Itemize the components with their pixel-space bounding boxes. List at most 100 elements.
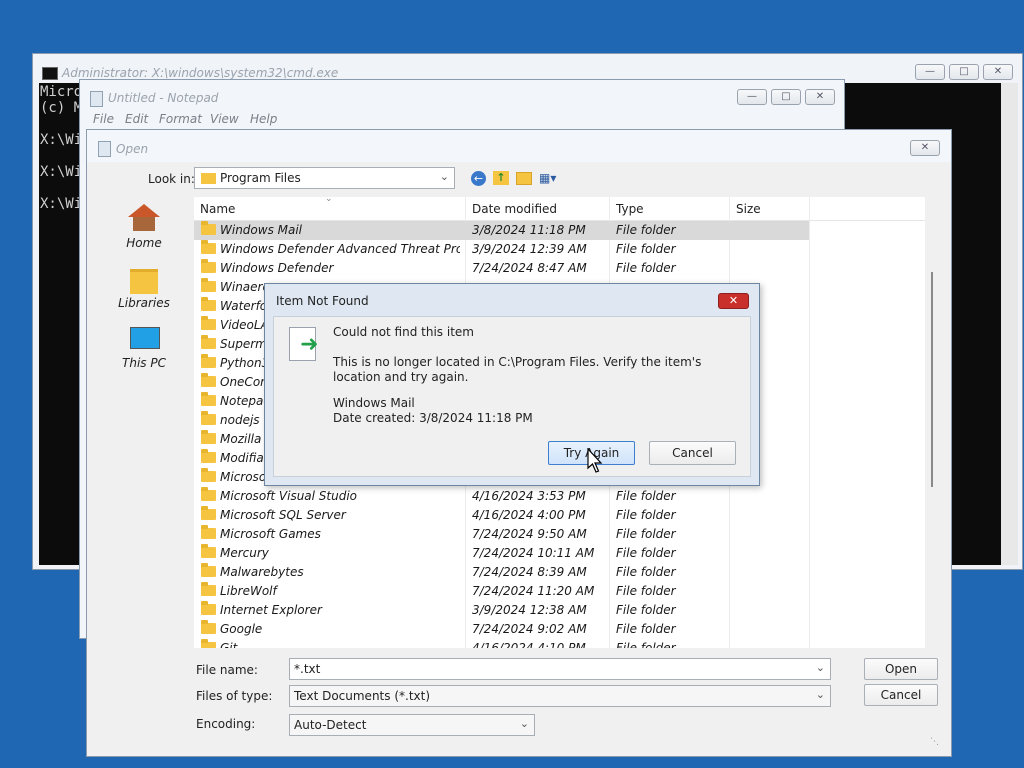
file-row[interactable]: Microsoft Games 7/24/2024 9:50 AM File fol… <box>194 525 809 544</box>
column-name[interactable]: Name <box>200 202 235 216</box>
scrollbar-thumb[interactable] <box>931 272 933 487</box>
cancel-button[interactable]: Cancel <box>864 684 938 706</box>
back-icon[interactable]: ← <box>471 171 486 186</box>
file-name: Microsoft Games <box>220 527 321 541</box>
column-type[interactable]: Type <box>616 202 644 216</box>
file-date: 7/24/2024 9:50 AM <box>472 527 587 541</box>
file-date: 7/24/2024 10:11 AM <box>472 546 595 560</box>
folder-icon <box>201 449 216 463</box>
file-type: File folder <box>616 603 676 617</box>
menu-edit[interactable]: Edit <box>125 112 148 126</box>
file-row[interactable]: Windows Defender Advanced Threat Protect… <box>194 240 809 259</box>
file-name-label: File name: <box>196 663 258 677</box>
files-of-type-label: Files of type: <box>196 689 273 703</box>
cmd-scrollbar[interactable] <box>1001 83 1018 565</box>
folder-icon <box>201 506 216 520</box>
folder-icon <box>201 563 216 577</box>
menu-view[interactable]: View <box>210 112 239 126</box>
cmd-close-button[interactable]: ✕ <box>983 64 1013 80</box>
file-type: File folder <box>616 242 676 256</box>
file-type: File folder <box>616 546 676 560</box>
open-dialog-titlebar[interactable] <box>87 130 951 162</box>
cmd-output-line: (c) M <box>40 100 83 116</box>
folder-icon <box>201 297 216 311</box>
file-name: Windows Mail <box>220 223 303 237</box>
chevron-down-icon: ⌄ <box>815 661 825 674</box>
file-row[interactable]: Internet Explorer 3/9/2024 12:38 AM File f… <box>194 601 809 620</box>
file-date: 4/16/2024 4:10 PM <box>472 641 586 648</box>
resize-grip-icon[interactable]: ⋱ <box>930 737 939 747</box>
folder-icon <box>201 373 216 387</box>
cmd-minimize-button[interactable]: — <box>915 64 945 80</box>
file-type: File folder <box>616 508 676 522</box>
cmd-maximize-button[interactable]: □ <box>949 64 979 80</box>
view-menu-icon[interactable]: ▦▾ <box>539 171 563 186</box>
encoding-value: Auto-Detect <box>294 718 367 732</box>
file-row[interactable]: Malwarebytes 7/24/2024 8:39 AM File folder <box>194 563 809 582</box>
open-dialog-close-button[interactable]: ✕ <box>910 140 940 156</box>
file-date: 7/24/2024 8:39 AM <box>472 565 587 579</box>
file-name: Windows Defender <box>220 261 334 275</box>
file-name: Malwarebytes <box>220 565 304 579</box>
encoding-label: Encoding: <box>196 717 256 731</box>
files-of-type-select[interactable]: Text Documents (*.txt) ⌄ <box>289 685 831 707</box>
column-divider <box>809 197 810 648</box>
file-date: 4/16/2024 4:00 PM <box>472 508 586 522</box>
place-home[interactable]: Home <box>104 236 184 250</box>
file-name: Internet Explorer <box>220 603 322 617</box>
file-date: 7/24/2024 8:47 AM <box>472 261 587 275</box>
file-row[interactable]: Windows Defender 7/24/2024 8:47 AM File fo… <box>194 259 809 278</box>
file-name: Microsoft SQL Server <box>220 508 346 522</box>
file-name: Microsoft Visual Studio <box>220 489 358 503</box>
file-date: 7/24/2024 11:20 AM <box>472 584 595 598</box>
file-name-input[interactable]: *.txt ⌄ <box>289 658 831 680</box>
home-icon <box>128 204 160 217</box>
file-row[interactable]: Windows Mail 3/8/2024 11:18 PM File folder <box>194 221 809 240</box>
file-row[interactable]: LibreWolf 7/24/2024 11:20 AM File folder <box>194 582 809 601</box>
notepad-minimize-button[interactable]: — <box>737 89 767 105</box>
notepad-maximize-button[interactable]: □ <box>771 89 801 105</box>
menu-format[interactable]: Format <box>159 112 202 126</box>
look-in-dropdown[interactable]: Program Files ⌄ <box>194 167 455 189</box>
encoding-select[interactable]: Auto-Detect ⌄ <box>289 714 535 736</box>
folder-icon <box>201 601 216 615</box>
file-row[interactable]: Microsoft Visual Studio 4/16/2024 3:53 PM… <box>194 487 809 506</box>
open-button[interactable]: Open <box>864 658 938 680</box>
column-header-row <box>194 197 942 221</box>
file-type: File folder <box>616 489 676 503</box>
notepad-close-button[interactable]: ✕ <box>805 89 835 105</box>
column-date-modified[interactable]: Date modified <box>472 202 557 216</box>
folder-icon <box>201 240 216 254</box>
file-row[interactable]: Microsoft SQL Server 4/16/2024 4:00 PM Fil… <box>194 506 809 525</box>
file-name: Windows Defender Advanced Threat Protect… <box>220 242 460 256</box>
file-type: File folder <box>616 223 676 237</box>
cmd-output-line: X:\Wi <box>40 196 83 212</box>
menu-file[interactable]: File <box>93 112 114 126</box>
folder-icon <box>201 430 216 444</box>
up-folder-icon[interactable]: ↑ <box>493 171 509 185</box>
folder-icon <box>201 278 216 292</box>
sort-arrow-icon: ⌄ <box>325 197 333 204</box>
folder-icon <box>201 639 216 648</box>
vertical-scrollbar[interactable] <box>925 197 942 648</box>
error-dialog-title: Item Not Found <box>276 294 369 308</box>
file-type: File folder <box>616 622 676 636</box>
error-dialog-close-button[interactable]: ✕ <box>718 293 749 309</box>
folder-icon <box>201 525 216 539</box>
look-in-label: Look in: <box>148 172 195 186</box>
file-date: 3/9/2024 12:38 AM <box>472 603 587 617</box>
error-cancel-button[interactable]: Cancel <box>649 441 736 465</box>
file-row[interactable]: Mercury 7/24/2024 10:11 AM File folder <box>194 544 809 563</box>
column-size[interactable]: Size <box>736 202 761 216</box>
look-in-value: Program Files <box>220 171 301 185</box>
file-date: 7/24/2024 9:02 AM <box>472 622 587 636</box>
file-row[interactable]: Git 4/16/2024 4:10 PM File folder <box>194 639 809 648</box>
new-folder-icon[interactable] <box>516 172 532 185</box>
menu-help[interactable]: Help <box>250 112 277 126</box>
chevron-down-icon: ⌄ <box>519 717 529 730</box>
file-row[interactable]: Google 7/24/2024 9:02 AM File folder <box>194 620 809 639</box>
file-type: File folder <box>616 584 676 598</box>
place-libraries[interactable]: Libraries <box>104 296 184 310</box>
place-this-pc[interactable]: This PC <box>104 356 184 370</box>
file-type: File folder <box>616 641 676 648</box>
